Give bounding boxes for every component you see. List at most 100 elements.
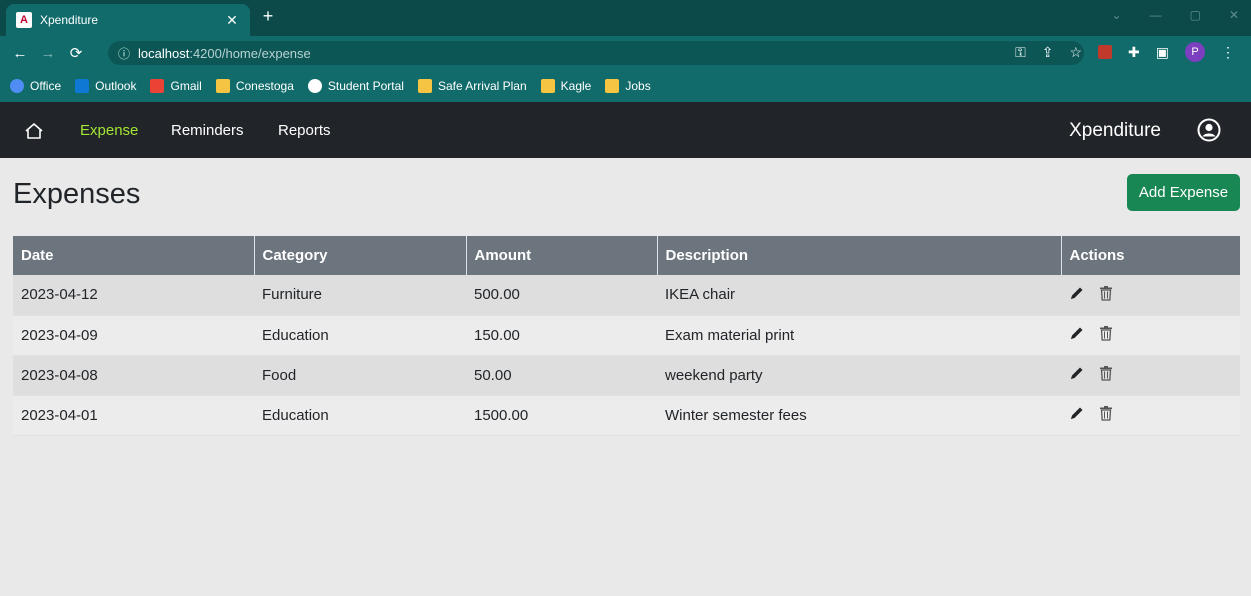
angular-icon: A bbox=[16, 12, 32, 28]
bookmark-label: Outlook bbox=[95, 79, 137, 93]
column-header-category: Category bbox=[254, 236, 467, 275]
bookmark-icon bbox=[540, 79, 555, 93]
site-info-icon[interactable]: ⓘ bbox=[118, 45, 130, 62]
bookmark-icon bbox=[10, 79, 24, 93]
minimize-icon[interactable]: — bbox=[1150, 8, 1162, 22]
nav-link-reminders[interactable]: Reminders bbox=[171, 122, 244, 139]
nav-link-expense[interactable]: Expense bbox=[80, 122, 138, 139]
edit-icon[interactable] bbox=[1069, 285, 1085, 301]
new-tab-button[interactable]: + bbox=[258, 6, 278, 27]
cell-actions bbox=[1061, 275, 1240, 316]
puzzle-icon[interactable]: ✚ bbox=[1128, 44, 1140, 61]
table-row: 2023-04-12 Furniture 500.00 IKEA chair bbox=[13, 275, 1240, 316]
browser-tab[interactable]: A Xpenditure ✕ bbox=[6, 4, 250, 36]
bookmark-label: Kagle bbox=[560, 79, 592, 93]
table-row: 2023-04-08 Food 50.00 weekend party bbox=[13, 355, 1240, 396]
extension-icon[interactable] bbox=[1098, 45, 1113, 59]
forward-icon[interactable]: → bbox=[34, 45, 62, 62]
maximize-icon[interactable]: ▢ bbox=[1190, 8, 1201, 22]
bookmark-item[interactable]: Gmail bbox=[150, 79, 202, 93]
column-header-date: Date bbox=[13, 236, 255, 275]
edit-icon[interactable] bbox=[1069, 325, 1085, 341]
bookmark-icon bbox=[215, 79, 230, 93]
close-tab-icon[interactable]: ✕ bbox=[224, 12, 240, 29]
bookmark-label: Office bbox=[30, 79, 62, 93]
bookmark-label: Conestoga bbox=[235, 79, 294, 93]
bookmark-label: Safe Arrival Plan bbox=[437, 79, 527, 93]
url-field[interactable]: ⓘ localhost:4200/home/expense bbox=[108, 41, 1084, 65]
cell-date: 2023-04-08 bbox=[13, 355, 254, 396]
window-controls: ⌄ — ▢ ✕ bbox=[1112, 8, 1239, 22]
browser-tab-bar: A Xpenditure ✕ + ⌄ — ▢ ✕ bbox=[0, 0, 1251, 36]
cell-actions bbox=[1061, 315, 1240, 356]
cell-date: 2023-04-09 bbox=[13, 315, 254, 356]
bookmark-icon bbox=[307, 79, 322, 93]
reload-icon[interactable]: ⟳ bbox=[62, 44, 90, 62]
cell-amount: 1500.00 bbox=[466, 395, 657, 436]
star-icon[interactable]: ☆ bbox=[1069, 44, 1082, 61]
bookmark-icon bbox=[150, 79, 165, 93]
edit-icon[interactable] bbox=[1069, 405, 1085, 421]
cell-description: weekend party bbox=[657, 355, 1061, 396]
cell-category: Education bbox=[254, 395, 466, 436]
cell-amount: 500.00 bbox=[466, 275, 657, 316]
bookmark-item[interactable]: Jobs bbox=[605, 79, 651, 93]
sidepanel-icon[interactable]: ▣ bbox=[1156, 44, 1169, 61]
bookmark-icon bbox=[75, 79, 90, 93]
table-row: 2023-04-01 Education 1500.00 Winter semeste… bbox=[13, 395, 1240, 436]
menu-icon[interactable]: ⋮ bbox=[1221, 44, 1235, 61]
bookmark-item[interactable]: Outlook bbox=[75, 79, 136, 93]
url-path: :4200/home/expense bbox=[189, 45, 311, 61]
column-header-actions: Actions bbox=[1061, 236, 1240, 275]
cell-description: IKEA chair bbox=[657, 275, 1061, 316]
chevron-down-icon[interactable]: ⌄ bbox=[1112, 8, 1122, 22]
bookmark-item[interactable]: Student Portal bbox=[307, 79, 404, 93]
nav-link-reports[interactable]: Reports bbox=[278, 122, 331, 139]
share-icon[interactable]: ⇪ bbox=[1042, 44, 1054, 61]
tab-title: Xpenditure bbox=[40, 13, 99, 27]
cell-amount: 150.00 bbox=[466, 315, 657, 356]
bookmark-label: Jobs bbox=[625, 79, 651, 93]
column-header-amount: Amount bbox=[466, 236, 658, 275]
cell-actions bbox=[1061, 355, 1240, 396]
trash-icon[interactable] bbox=[1099, 325, 1113, 341]
add-expense-button[interactable]: Add Expense bbox=[1127, 174, 1240, 211]
home-icon[interactable] bbox=[24, 122, 44, 140]
table-header-row: Date Category Amount Description Actions bbox=[13, 236, 1240, 275]
cell-category: Food bbox=[254, 355, 466, 396]
trash-icon[interactable] bbox=[1099, 365, 1113, 381]
bookmark-item[interactable]: Office bbox=[10, 79, 61, 93]
user-icon[interactable] bbox=[1197, 118, 1221, 142]
cell-category: Education bbox=[254, 315, 466, 356]
table-row: 2023-04-09 Education 150.00 Exam material p… bbox=[13, 315, 1240, 356]
bookmark-icon bbox=[417, 79, 432, 93]
close-window-icon[interactable]: ✕ bbox=[1229, 8, 1239, 22]
profile-avatar[interactable]: P bbox=[1185, 42, 1205, 62]
bookmark-item[interactable]: Safe Arrival Plan bbox=[417, 79, 527, 93]
cell-date: 2023-04-01 bbox=[13, 395, 254, 436]
key-icon[interactable]: ⚿ bbox=[1015, 44, 1026, 61]
cell-category: Furniture bbox=[254, 275, 466, 316]
bookmarks-bar: Office Outlook Gmail Conestoga Student Porta… bbox=[0, 70, 1251, 102]
brand-name[interactable]: Xpenditure bbox=[1069, 120, 1161, 142]
trash-icon[interactable] bbox=[1099, 405, 1113, 421]
back-icon[interactable]: ← bbox=[6, 45, 34, 62]
bookmark-label: Gmail bbox=[170, 79, 202, 93]
expenses-table: Date Category Amount Description Actions… bbox=[13, 236, 1240, 436]
browser-toolbar-icons: ⚿ ⇪ ☆ ✚ ▣ P ⋮ bbox=[1015, 42, 1235, 62]
column-header-description: Description bbox=[657, 236, 1062, 275]
page-title: Expenses bbox=[13, 178, 141, 210]
edit-icon[interactable] bbox=[1069, 365, 1085, 381]
cell-actions bbox=[1061, 395, 1240, 436]
cell-description: Winter semester fees bbox=[657, 395, 1061, 436]
cell-amount: 50.00 bbox=[466, 355, 657, 396]
url-host: localhost bbox=[138, 45, 190, 61]
cell-description: Exam material print bbox=[657, 315, 1061, 356]
cell-date: 2023-04-12 bbox=[13, 275, 254, 316]
bookmark-label: Student Portal bbox=[327, 79, 404, 93]
bookmark-item[interactable]: Kagle bbox=[540, 79, 592, 93]
app-navbar: Expense Reminders Reports Xpenditure bbox=[0, 102, 1251, 158]
bookmark-item[interactable]: Conestoga bbox=[215, 79, 294, 93]
bookmark-icon bbox=[605, 79, 620, 93]
trash-icon[interactable] bbox=[1099, 285, 1113, 301]
